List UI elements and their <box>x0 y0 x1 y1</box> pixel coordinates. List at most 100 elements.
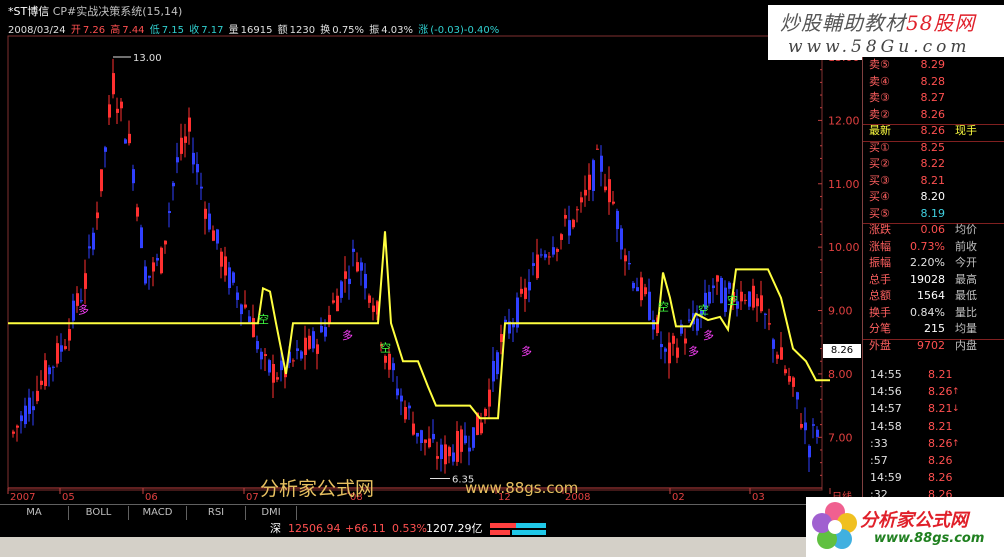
center-watermark: 分析家公式网 <box>260 478 375 500</box>
outer-inner: 外盘 9702 内盘 <box>869 338 1003 354</box>
candle-body <box>228 267 231 289</box>
candle-body <box>396 388 399 396</box>
candle-body <box>44 360 47 387</box>
candle-body <box>768 323 771 325</box>
stat-7-value: 215 <box>924 322 945 335</box>
current-price-tag: 8.26 <box>823 344 861 358</box>
status-pct: 0.53% <box>392 522 427 535</box>
candle-body <box>796 392 799 400</box>
status-market: 深 <box>270 522 281 535</box>
candle-body <box>580 197 583 203</box>
candle-body <box>172 182 175 187</box>
latest-price-label: 最新 <box>869 124 891 137</box>
tick-price: 8.21 <box>928 368 953 381</box>
candle-body <box>124 139 127 144</box>
candle-body <box>792 377 795 387</box>
center-watermark-url: www.88gs.com <box>465 479 579 497</box>
candle-body <box>424 439 427 443</box>
logo-88gs: 分析家公式网 www.88gs.com <box>806 497 1004 557</box>
readout-low-label: 低 <box>149 25 160 36</box>
latest-price-extra: 现手 <box>955 124 977 137</box>
candle-body <box>696 318 699 331</box>
candle-body <box>264 354 267 357</box>
candle-body <box>184 136 187 143</box>
candle-body <box>640 277 643 301</box>
candle-body <box>720 277 723 304</box>
candle-body <box>344 271 347 279</box>
ask-3: 卖③ 8.27 <box>869 90 1003 106</box>
candle-body <box>604 186 607 191</box>
x-tick-label: 2007 <box>10 492 35 503</box>
candle-body <box>536 254 539 279</box>
candle-body <box>664 348 667 352</box>
candle-body <box>140 227 143 249</box>
candle-body <box>308 335 311 349</box>
candle-body <box>316 344 319 354</box>
candle-body <box>740 291 743 302</box>
stat-6-label: 换手 <box>869 305 891 319</box>
candle-body <box>196 164 199 173</box>
candle-body <box>532 263 535 266</box>
stat-3: 振幅 2.20% 今开 <box>869 255 1003 271</box>
stock-chart-window: 13.00 12.00 11.00 10.00 9.00 8.00 7.00 2007 05 06… <box>0 0 1004 557</box>
bid-3: 买③ 8.21 <box>869 173 1003 189</box>
readout-amount-label: 额 <box>277 25 288 36</box>
readout-volume: 16915 <box>240 25 273 36</box>
candle-body <box>780 347 783 360</box>
bid-1: 买① 8.25 <box>869 140 1003 156</box>
candle-body <box>392 363 395 371</box>
watermark-title: 炒股輔助教材58股网 <box>780 7 975 36</box>
ask-4-label: 卖② <box>869 107 890 121</box>
tick-row: 14:56 8.26 ↑ <box>864 384 1004 400</box>
candle-body <box>100 169 103 192</box>
watermark-url: www.58Gu.com <box>788 37 971 57</box>
kline-chart[interactable]: 13.00 12.00 11.00 10.00 9.00 8.00 7.00 2007 05 06… <box>0 0 862 504</box>
readout-change-label: 涨 <box>418 25 429 36</box>
candle-body <box>120 101 123 109</box>
candle-body <box>712 285 715 289</box>
bid-2-label: 买② <box>869 157 890 170</box>
readout-turnover: 0.75% <box>332 25 365 36</box>
candle-body <box>484 408 487 416</box>
tab-macd[interactable]: MACD <box>129 506 187 520</box>
flower-icon <box>812 502 857 549</box>
tick-row: 14:57 8.21 ↓ <box>864 401 1004 417</box>
readout-open-label: 开 <box>70 25 81 36</box>
stat-4-extra: 最高 <box>955 272 977 286</box>
candle-body <box>224 256 227 276</box>
candle-body <box>556 249 559 252</box>
x-tick-label: 07 <box>246 492 259 503</box>
tick-price: 8.26 <box>928 471 953 485</box>
stat-6-extra: 量比 <box>955 305 977 319</box>
candle-body <box>88 246 91 249</box>
tab-rsi[interactable]: RSI <box>187 506 246 520</box>
tick-time: 14:59 <box>870 471 902 485</box>
outer-inner-extra: 内盘 <box>955 338 977 352</box>
candle-body <box>744 299 747 301</box>
candle-body <box>68 329 71 341</box>
tab-dmi[interactable]: DMI <box>246 506 297 520</box>
candle-body <box>272 364 275 383</box>
tab-boll[interactable]: BOLL <box>69 506 129 520</box>
candle-body <box>300 351 303 359</box>
candle-body <box>356 262 359 272</box>
candle-body <box>12 431 15 434</box>
candle-body <box>336 295 339 312</box>
tab-ma[interactable]: MA <box>0 506 69 520</box>
chart-title: *ST博信 CP#实战决策系统(15,14) <box>8 3 182 19</box>
readout-amplitude: 4.03% <box>381 25 414 36</box>
candle-body <box>500 334 503 343</box>
candle-body <box>492 360 495 382</box>
candle-body <box>608 179 611 203</box>
candle-body <box>348 278 351 285</box>
buy-marker: 多 <box>688 344 699 358</box>
candle-body <box>24 405 27 425</box>
candle-body <box>464 435 467 444</box>
candle-body <box>360 262 363 271</box>
stat-7-label: 分笔 <box>869 322 891 335</box>
candle-body <box>460 429 463 452</box>
tick-row: :57 8.26 <box>864 453 1004 469</box>
tick-row: :33 8.26 ↑ <box>864 436 1004 452</box>
candle-body <box>800 423 803 428</box>
candle-body <box>628 263 631 265</box>
